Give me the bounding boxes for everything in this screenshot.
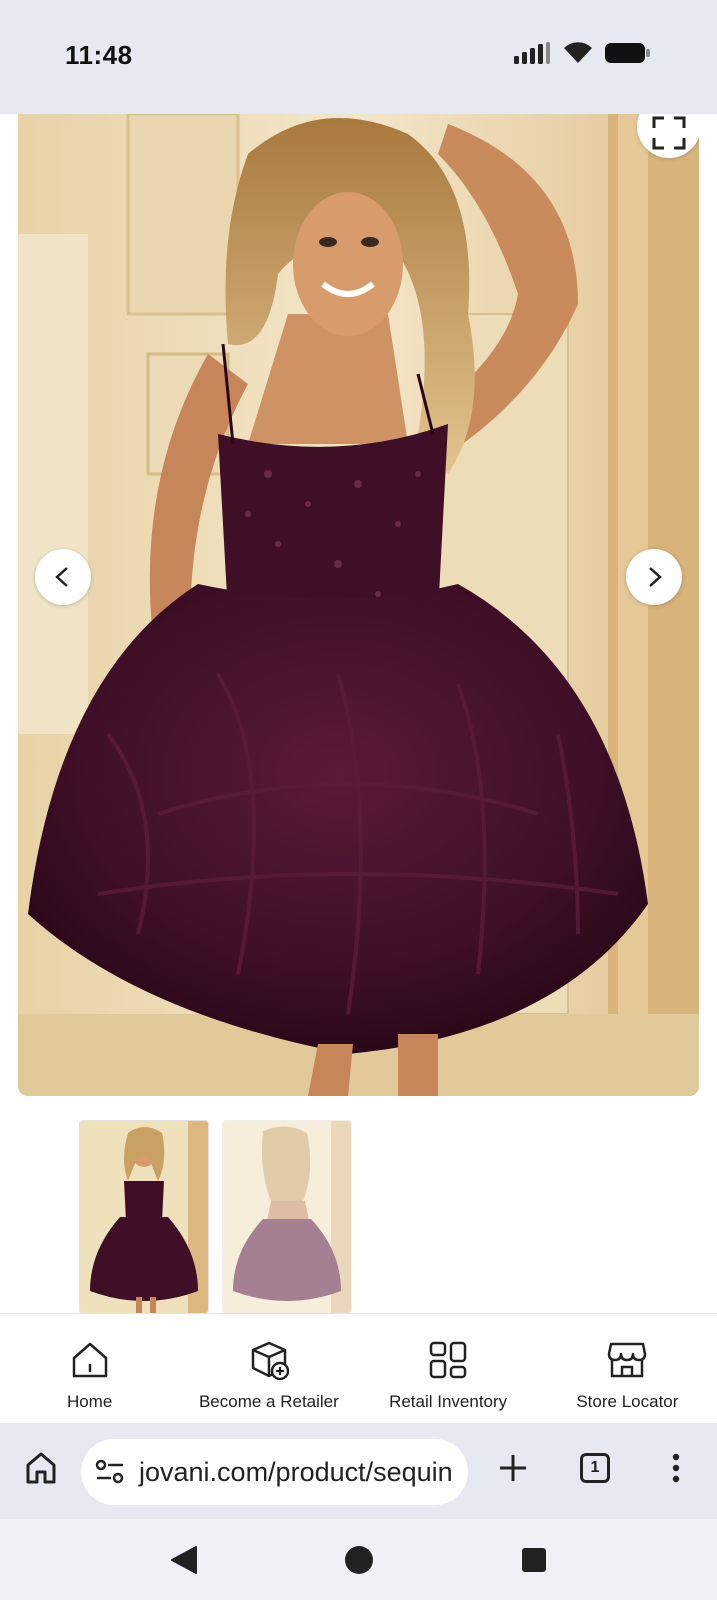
nav-retail-inventory-label: Retail Inventory <box>389 1392 508 1411</box>
status-bar: 11:48 <box>0 0 717 114</box>
back-icon[interactable] <box>170 1545 198 1575</box>
nav-store-locator-label: Store Locator <box>576 1392 679 1411</box>
nav-retail-inventory[interactable]: Retail Inventory <box>359 1314 538 1424</box>
nav-become-retailer-label: Become a Retailer <box>198 1392 339 1411</box>
wifi-icon <box>564 42 592 63</box>
home-icon <box>72 1342 107 1378</box>
store-icon <box>608 1342 647 1378</box>
home-circle-icon[interactable] <box>344 1545 374 1575</box>
system-navigation <box>0 1519 717 1600</box>
battery-icon <box>605 43 650 63</box>
recents-icon[interactable] <box>521 1547 547 1573</box>
tabs-button[interactable]: 1 <box>580 1453 610 1483</box>
previous-image-button[interactable] <box>35 549 91 605</box>
bottom-navigation: Home Become a Retailer Retail Inventory … <box>0 1313 717 1424</box>
status-icons <box>513 42 651 64</box>
home-icon[interactable] <box>25 1451 57 1485</box>
nav-store-locator[interactable]: Store Locator <box>538 1314 717 1424</box>
nav-home-label: Home <box>66 1392 113 1411</box>
nav-become-retailer[interactable]: Become a Retailer <box>179 1314 358 1424</box>
tab-count: 1 <box>590 1459 600 1476</box>
site-settings-icon[interactable] <box>95 1459 125 1485</box>
status-time: 11:48 <box>65 40 133 70</box>
thumbnail-image <box>80 1121 208 1313</box>
chevron-left-icon <box>55 567 68 587</box>
new-tab-icon[interactable] <box>498 1453 528 1483</box>
url-text: jovani.com/product/sequin <box>139 1456 453 1487</box>
address-bar[interactable]: jovani.com/product/sequin <box>81 1439 468 1505</box>
product-main-image[interactable] <box>18 114 699 1096</box>
dress-photo <box>18 114 699 1096</box>
nav-home[interactable]: Home <box>0 1314 179 1424</box>
next-image-button[interactable] <box>626 549 682 605</box>
chevron-right-icon <box>649 567 662 587</box>
thumbnail-image <box>223 1121 351 1313</box>
box-add-icon <box>251 1341 289 1380</box>
menu-icon[interactable] <box>672 1453 680 1483</box>
fullscreen-icon <box>652 116 686 150</box>
signal-icon <box>514 42 550 64</box>
thumbnail-back[interactable] <box>222 1120 352 1314</box>
thumbnail-front[interactable] <box>79 1120 209 1314</box>
grid-icon <box>429 1341 467 1379</box>
browser-toolbar: jovani.com/product/sequin 1 <box>0 1423 717 1519</box>
